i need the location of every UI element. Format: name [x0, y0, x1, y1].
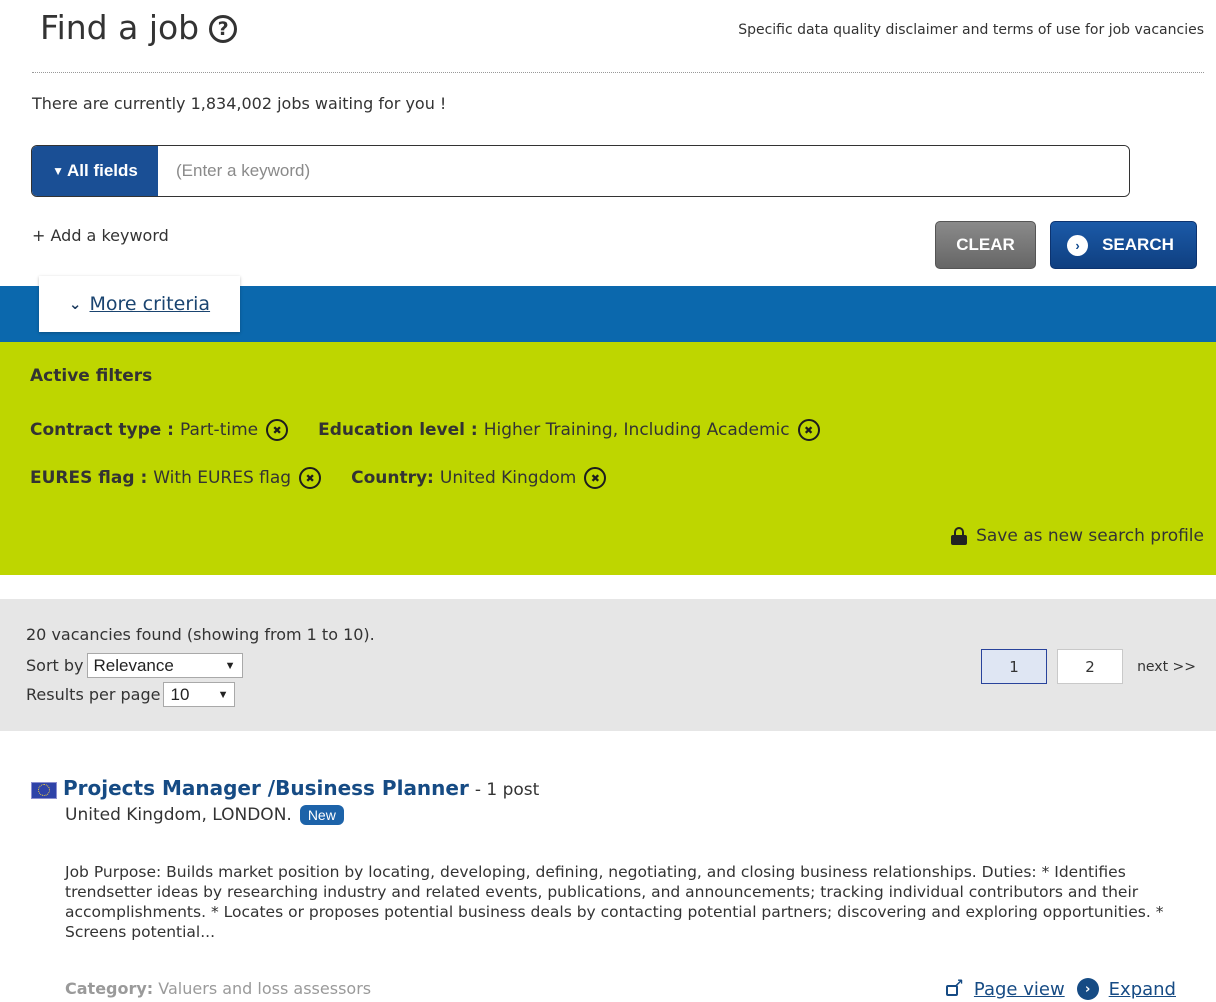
filter-chip-eures-flag: EURES flag : With EURES flag	[30, 467, 322, 489]
page-title: Find a job ?	[40, 8, 238, 47]
per-page-select[interactable]: 10 ▼	[163, 682, 236, 707]
job-category-label: Category:	[65, 979, 154, 998]
new-badge: New	[299, 805, 344, 825]
job-title-link[interactable]: Projects Manager /Business Planner	[63, 776, 469, 800]
job-header: Projects Manager /Business Planner - 1 p…	[31, 776, 539, 800]
eu-flag-icon	[31, 781, 57, 799]
job-description: Job Purpose: Builds market position by l…	[65, 863, 1164, 941]
chevron-down-icon: ⌄	[68, 295, 82, 313]
add-keyword-link[interactable]: + Add a keyword	[32, 226, 169, 245]
lock-icon	[951, 527, 968, 545]
page-view-link[interactable]: ↗ Page view	[945, 977, 1065, 1000]
expand-link[interactable]: › Expand	[1076, 978, 1176, 1000]
question-circle-icon[interactable]: ?	[209, 14, 238, 43]
search-button[interactable]: › SEARCH	[1050, 221, 1197, 269]
sort-select[interactable]: Relevance ▼	[86, 653, 243, 678]
chevron-right-icon: ›	[1067, 234, 1089, 256]
save-search-profile-link[interactable]: Save as new search profile	[951, 526, 1204, 546]
filter-key: Education level :	[318, 420, 478, 440]
next-page-link[interactable]: next >>	[1137, 659, 1196, 675]
filter-key: Country:	[351, 468, 434, 488]
per-page-label: Results per page	[26, 685, 161, 704]
dropdown-arrow-icon: ▼	[217, 688, 229, 701]
sort-select-value: Relevance	[93, 655, 174, 675]
page-view-label: Page view	[973, 978, 1065, 1000]
search-button-label: SEARCH	[1102, 235, 1174, 254]
remove-filter-icon[interactable]	[797, 419, 820, 441]
dropdown-arrow-icon: ▼	[224, 659, 236, 672]
results-toolbar: 20 vacancies found (showing from 1 to 10…	[0, 599, 1216, 731]
job-category: Category: Valuers and loss assessors	[65, 979, 371, 998]
remove-filter-icon[interactable]	[266, 419, 289, 441]
clear-button[interactable]: CLEAR	[935, 221, 1036, 269]
filter-row: EURES flag : With EURES flag Country: Un…	[30, 467, 636, 489]
field-selector-dropdown[interactable]: ▼ All fields	[32, 146, 158, 196]
filter-key: EURES flag :	[30, 468, 148, 488]
job-actions: ↗ Page view › Expand	[945, 977, 1176, 1000]
filter-key: Contract type :	[30, 420, 174, 440]
filter-chip-contract-type: Contract type : Part-time	[30, 419, 289, 441]
job-category-value: Valuers and loss assessors	[158, 979, 372, 998]
remove-filter-icon[interactable]	[299, 467, 322, 489]
title-divider	[32, 72, 1204, 73]
per-page-control: Results per page 10 ▼	[26, 682, 236, 707]
more-criteria-label: More criteria	[89, 293, 211, 315]
results-summary: 20 vacancies found (showing from 1 to 10…	[26, 625, 375, 644]
filter-value: Part-time	[180, 420, 259, 440]
chevron-right-icon: ›	[1076, 978, 1099, 1000]
page-title-text: Find a job	[40, 8, 200, 47]
filter-value: United Kingdom	[439, 468, 577, 488]
job-location: United Kingdom, LONDON. New	[65, 805, 344, 825]
sort-label: Sort by	[26, 656, 84, 675]
job-location-text: United Kingdom, LONDON.	[65, 805, 292, 825]
expand-label: Expand	[1108, 978, 1176, 1000]
keyword-search-bar: ▼ All fields	[31, 145, 1130, 197]
per-page-select-value: 10	[170, 684, 190, 704]
disclaimer-link[interactable]: Specific data quality disclaimer and ter…	[738, 22, 1204, 38]
external-link-icon: ↗	[945, 977, 964, 997]
save-profile-label: Save as new search profile	[976, 526, 1204, 546]
remove-filter-icon[interactable]	[584, 467, 607, 489]
clear-button-label: CLEAR	[956, 235, 1015, 254]
active-filters-panel: Active filters Contract type : Part-time…	[0, 342, 1216, 575]
chevron-down-icon: ▼	[52, 164, 65, 178]
keyword-input[interactable]	[158, 146, 1129, 196]
filter-chip-education-level: Education level : Higher Training, Inclu…	[318, 419, 820, 441]
page-button-1[interactable]: 1	[981, 649, 1048, 684]
more-criteria-toggle[interactable]: ⌄ More criteria	[39, 276, 240, 332]
active-filters-title: Active filters	[30, 366, 153, 386]
job-posts-count: - 1 post	[474, 780, 540, 800]
sort-control: Sort by Relevance ▼	[26, 653, 243, 678]
filter-value: With EURES flag	[153, 468, 292, 488]
filter-chip-country: Country: United Kingdom	[351, 467, 607, 489]
filter-value: Higher Training, Including Academic	[483, 420, 790, 440]
pagination: 1 2 next >>	[981, 649, 1196, 684]
jobs-count-text: There are currently 1,834,002 jobs waiti…	[32, 94, 447, 113]
field-selector-label: All fields	[67, 161, 138, 180]
filter-row: Contract type : Part-time Education leve…	[30, 419, 850, 441]
page-button-2[interactable]: 2	[1057, 649, 1124, 684]
